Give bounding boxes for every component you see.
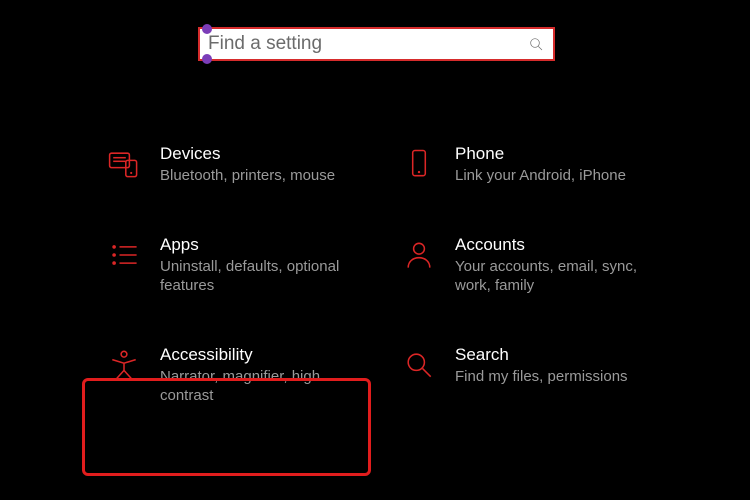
search-box[interactable] (198, 27, 555, 61)
item-title: Accessibility (160, 345, 371, 365)
settings-item-phone[interactable]: Phone Link your Android, iPhone (395, 140, 670, 189)
accessibility-icon (104, 345, 144, 385)
item-desc: Your accounts, email, sync, work, family (455, 258, 655, 296)
search-input[interactable] (200, 29, 519, 59)
phone-icon (399, 144, 439, 184)
settings-item-devices[interactable]: Devices Bluetooth, printers, mouse (100, 140, 375, 189)
item-title: Phone (455, 144, 666, 164)
item-desc: Find my files, permissions (455, 368, 655, 387)
devices-icon (104, 144, 144, 184)
search-icon (519, 36, 553, 52)
settings-item-accounts[interactable]: Accounts Your accounts, email, sync, wor… (395, 231, 670, 299)
item-title: Search (455, 345, 666, 365)
item-title: Apps (160, 235, 371, 255)
apps-icon (104, 235, 144, 275)
settings-item-accessibility[interactable]: Accessibility Narrator, magnifier, high … (100, 341, 375, 409)
item-title: Accounts (455, 235, 666, 255)
settings-item-apps[interactable]: Apps Uninstall, defaults, optional featu… (100, 231, 375, 299)
settings-grid: Devices Bluetooth, printers, mouse Phone… (100, 140, 670, 409)
text-cursor-handle-bottom (202, 54, 212, 64)
item-desc: Bluetooth, printers, mouse (160, 167, 360, 186)
settings-item-search[interactable]: Search Find my files, permissions (395, 341, 670, 409)
item-title: Devices (160, 144, 371, 164)
accounts-icon (399, 235, 439, 275)
search-category-icon (399, 345, 439, 385)
item-desc: Narrator, magnifier, high contrast (160, 368, 360, 406)
item-desc: Link your Android, iPhone (455, 167, 655, 186)
text-cursor-handle-top (202, 24, 212, 34)
item-desc: Uninstall, defaults, optional features (160, 258, 360, 296)
